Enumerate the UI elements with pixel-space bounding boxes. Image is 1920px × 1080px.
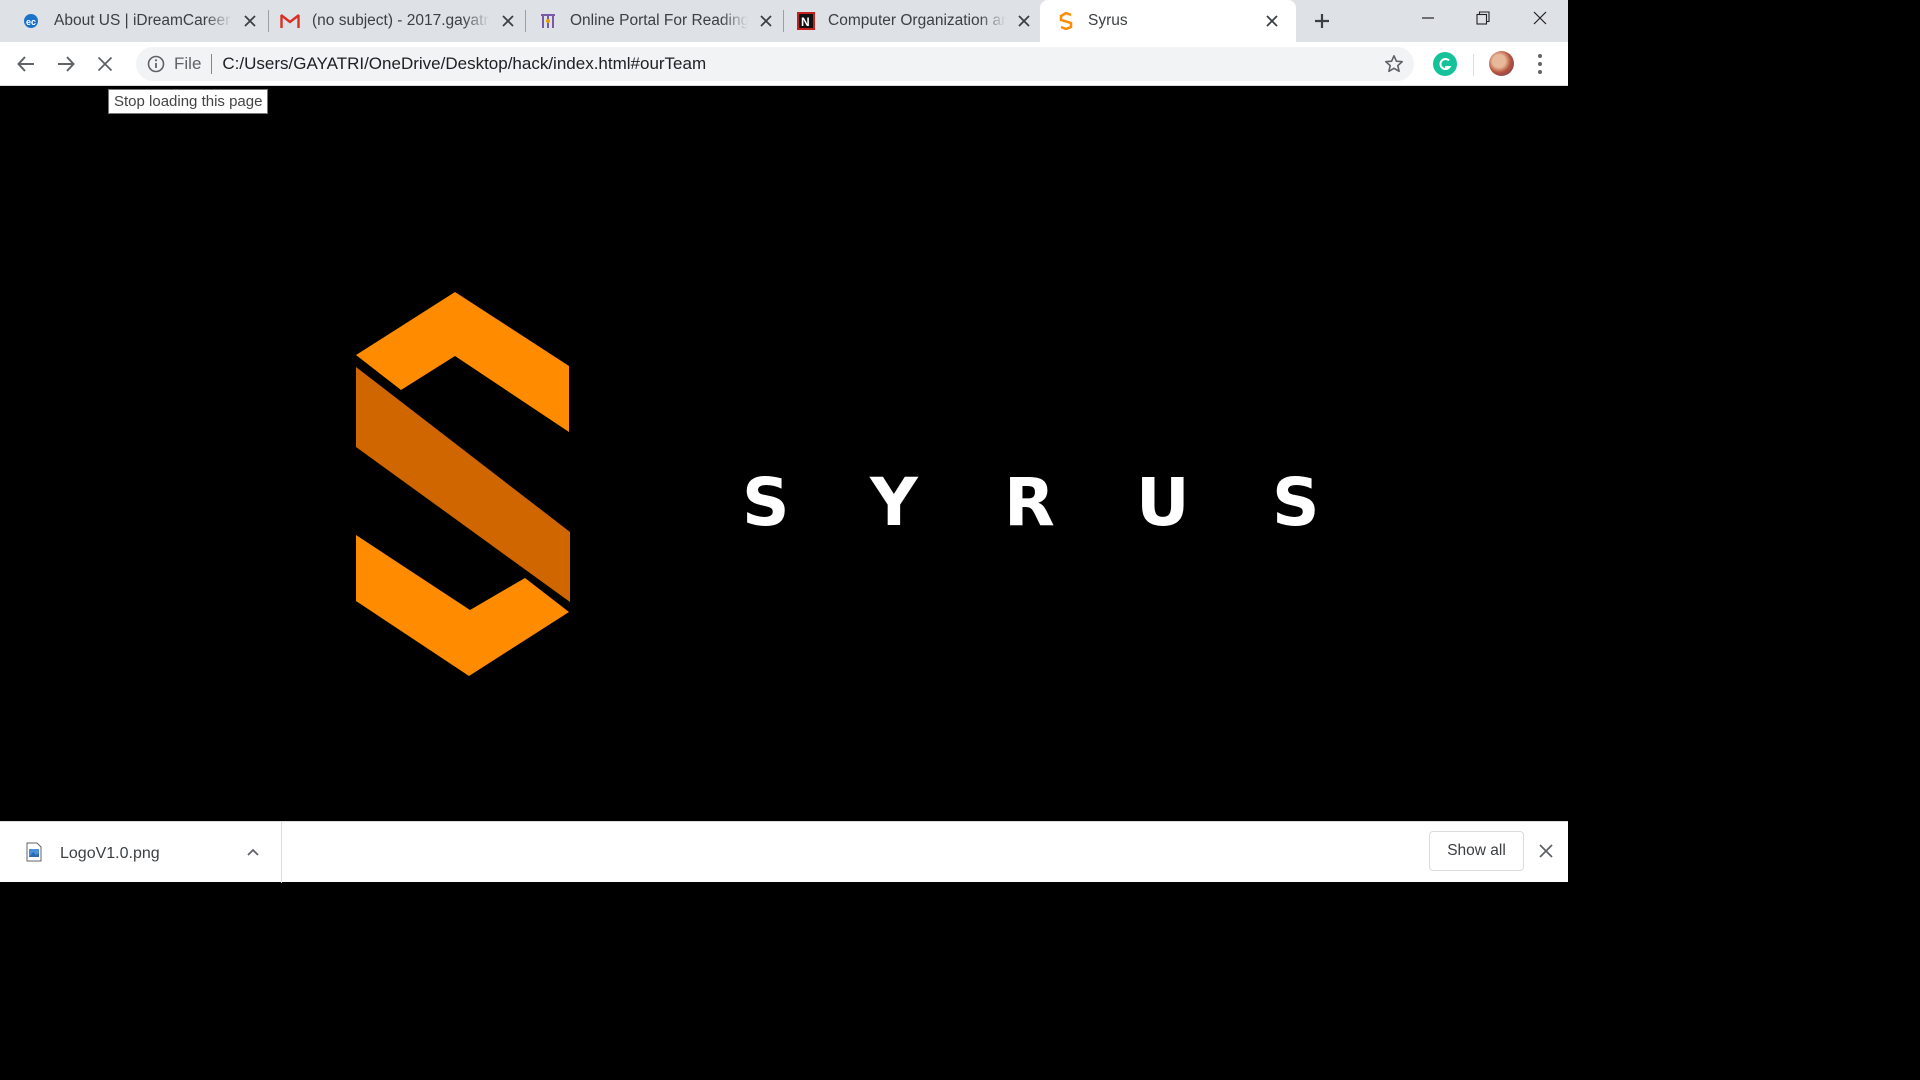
close-window-button[interactable] — [1512, 0, 1568, 36]
brand-letter: U — [1136, 464, 1190, 541]
forward-arrow-icon — [58, 56, 75, 72]
syrus-s-icon — [1056, 11, 1076, 31]
n-logo-icon: N — [796, 11, 816, 31]
close-icon — [1533, 11, 1547, 25]
address-separator — [211, 54, 213, 74]
restore-button[interactable] — [1455, 0, 1511, 36]
avatar[interactable] — [1489, 51, 1514, 76]
minimize-button[interactable] — [1400, 0, 1456, 36]
syrus-logo — [340, 292, 570, 676]
close-icon[interactable] — [240, 11, 260, 31]
back-arrow-icon — [17, 56, 34, 72]
stop-icon — [97, 56, 113, 72]
grammarly-icon[interactable] — [1433, 52, 1457, 76]
tab-gmail[interactable]: (no subject) - 2017.gayatri.p — [258, 0, 526, 42]
close-icon[interactable] — [756, 11, 776, 31]
tab-title: Online Portal For Reading a — [570, 12, 748, 29]
gmail-icon — [280, 11, 300, 31]
browser-toolbar: File C:/Users/GAYATRI/OneDrive/Desktop/h… — [0, 42, 1568, 86]
back-button[interactable] — [10, 48, 42, 80]
tab-title: Computer Organization and — [828, 12, 1006, 29]
chevron-up-icon[interactable] — [244, 844, 262, 862]
scheme-label: File — [174, 54, 202, 73]
brand-letter: S — [742, 464, 790, 541]
restore-icon — [1476, 11, 1490, 25]
minimize-icon — [1422, 17, 1434, 19]
idreamcareer-icon: ec — [22, 11, 42, 31]
tab-title: About US | iDreamCareer — [54, 12, 231, 29]
brand-letter: S — [1272, 464, 1320, 541]
forward-button[interactable] — [50, 48, 82, 80]
download-bar: LogoV1.0.png Show all — [0, 821, 1568, 883]
portal-icon — [538, 11, 558, 31]
close-icon[interactable] — [498, 11, 518, 31]
close-icon[interactable] — [1014, 11, 1034, 31]
image-file-icon — [26, 842, 42, 862]
plus-icon — [1315, 14, 1329, 28]
show-all-button[interactable]: Show all — [1429, 831, 1524, 871]
menu-icon[interactable] — [1530, 52, 1550, 76]
brand-letter: Y — [870, 464, 918, 541]
new-tab-button[interactable] — [1308, 7, 1336, 35]
brand-letter: R — [1004, 464, 1055, 541]
address-bar[interactable]: File C:/Users/GAYATRI/OneDrive/Desktop/h… — [136, 47, 1414, 81]
stop-loading-tooltip: Stop loading this page — [108, 89, 269, 114]
info-icon[interactable] — [146, 54, 166, 74]
tab-computer-organization[interactable]: N Computer Organization and — [774, 0, 1042, 42]
page-content: S Y R U S — [0, 86, 1568, 821]
toolbar-separator — [1473, 54, 1474, 76]
download-item[interactable]: LogoV1.0.png — [0, 822, 282, 883]
star-icon[interactable] — [1384, 54, 1404, 74]
svg-text:N: N — [801, 15, 810, 29]
tab-strip: ec About US | iDreamCareer (no subject) … — [0, 0, 1568, 42]
url-text[interactable]: C:/Users/GAYATRI/OneDrive/Desktop/hack/i… — [222, 54, 706, 74]
close-icon[interactable] — [1536, 841, 1556, 861]
close-icon[interactable] — [1262, 11, 1282, 31]
download-file-name: LogoV1.0.png — [60, 845, 160, 862]
stop-loading-button[interactable] — [89, 48, 121, 80]
tab-title: Syrus — [1088, 12, 1128, 29]
tab-title: (no subject) - 2017.gayatri.p — [312, 12, 490, 29]
tab-idreamcareer[interactable]: ec About US | iDreamCareer — [0, 0, 268, 42]
tab-syrus[interactable]: Syrus — [1040, 0, 1296, 42]
svg-text:ec: ec — [26, 17, 36, 27]
tab-online-portal[interactable]: Online Portal For Reading a — [516, 0, 784, 42]
